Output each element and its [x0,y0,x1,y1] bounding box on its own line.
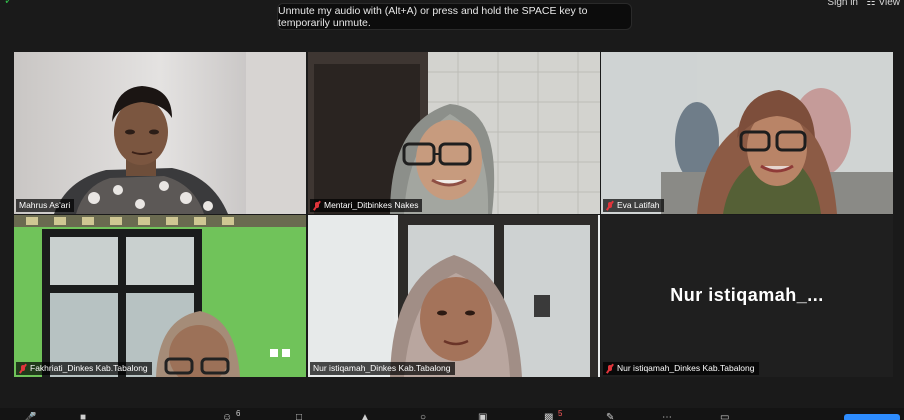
participant-name: Nur istiqamah_Dinkes Kab.Tabalong [313,363,451,373]
mic-muted-icon [606,364,614,374]
participant-name: Mentari_Ditbinkes Nakes [324,200,419,210]
more-button[interactable]: ⋯ [662,412,672,420]
participant-name: Mahrus As'ari [19,200,71,210]
video-tile-1[interactable]: Mahrus As'ari [14,52,306,214]
mic-muted-icon [313,201,321,211]
apps-button[interactable]: ▩ [544,412,553,420]
mute-button[interactable]: 🎤 [24,412,36,420]
participant-label: Mahrus As'ari [16,199,75,212]
whiteboard-button[interactable]: ✎ [606,412,614,420]
video-feed [308,215,600,377]
video-feed [14,52,306,214]
record-button[interactable]: ○ [420,412,426,420]
reactions-button[interactable]: ▣ [478,412,487,420]
leave-button[interactable] [844,414,900,420]
sign-in-link[interactable]: Sign in [827,0,858,8]
participant-display-name: Nur istiqamah_... [670,285,824,305]
share-screen-button[interactable]: ▲ [360,412,370,420]
participant-label: Fakhriati_Dinkes Kab.Tabalong [16,362,152,375]
mic-muted-icon [606,201,614,211]
participants-button[interactable]: ☺ [222,412,232,420]
participant-label: Mentari_Ditbinkes Nakes [310,199,423,212]
meeting-toolbar [0,408,904,420]
security-button[interactable]: ▭ [720,412,729,420]
participant-name: Nur istiqamah_Dinkes Kab.Tabalong [617,363,755,373]
video-feed [601,52,893,214]
participant-label: Eva Latifah [603,199,664,212]
participant-label: Nur istiqamah_Dinkes Kab.Tabalong [603,362,759,375]
video-feed [308,52,600,214]
unmute-notification: Unmute my audio with (Alt+A) or press an… [277,3,632,30]
chat-badge: 5 [558,409,563,417]
video-button[interactable]: ■ [80,412,86,420]
mic-muted-icon [19,364,27,374]
video-feed [14,215,306,377]
view-button[interactable]: ☷ View [867,0,900,8]
grid-icon: ☷ [866,0,876,8]
video-tile-2[interactable]: Mentari_Ditbinkes Nakes [308,52,600,214]
view-label: View [878,0,901,8]
shield-icon[interactable]: ✓ [4,0,16,7]
chat-button[interactable]: □ [296,412,302,420]
video-tile-4[interactable]: Fakhriati_Dinkes Kab.Tabalong [14,215,306,377]
participant-label: Nur istiqamah_Dinkes Kab.Tabalong [310,362,455,375]
participant-name: Eva Latifah [617,200,660,210]
video-tile-3[interactable]: Eva Latifah [601,52,893,214]
participant-name: Fakhriati_Dinkes Kab.Tabalong [30,363,148,373]
video-tile-5[interactable]: Nur istiqamah_Dinkes Kab.Tabalong [308,215,600,377]
participants-count: 6 [236,409,241,417]
video-tile-6[interactable]: Nur istiqamah_... Nur istiqamah_Dinkes K… [601,215,893,377]
